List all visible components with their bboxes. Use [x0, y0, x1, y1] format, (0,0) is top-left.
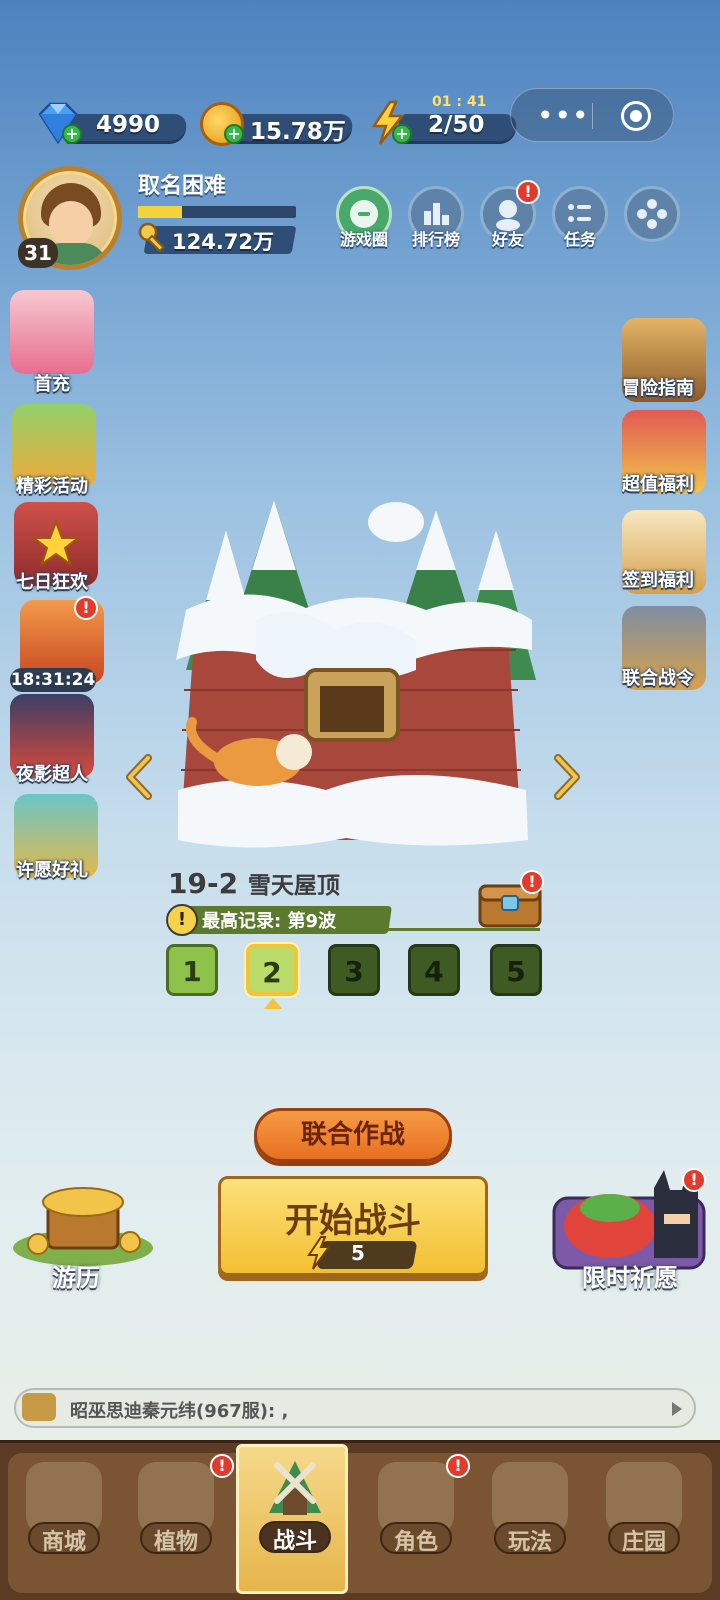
first-charge-label: 首充 [34, 374, 70, 395]
more-button[interactable] [624, 186, 680, 242]
wish-alert-badge: ! [682, 1168, 706, 1192]
next-stage-arrow[interactable] [552, 754, 582, 800]
energy-count: 2/50 [428, 112, 485, 138]
limited-wish-label: 限时祈愿 [582, 1264, 678, 1292]
avatar-face [49, 201, 93, 247]
nav-shop-label: 商城 [41, 1530, 86, 1555]
coop-battle-button[interactable]: 联合作战 [254, 1108, 452, 1162]
night-hero-label: 夜影超人 [16, 764, 88, 785]
cat-head [276, 734, 312, 770]
friends-alert-badge: ! [516, 180, 540, 204]
stage-number: 19-2 [168, 867, 239, 900]
tree-center-snow [252, 500, 296, 570]
stage-title: 19-2 雪天屋顶 [168, 866, 340, 900]
gems-count: 4990 [96, 112, 161, 138]
tree-far-right-snow [478, 530, 514, 590]
nav-gameplay[interactable]: 玩法 [474, 1448, 586, 1594]
player-level-badge: 31 [18, 238, 58, 268]
gift-timer: 18:31:24 [10, 668, 96, 692]
battle-icon [269, 1461, 321, 1515]
info-icon[interactable]: ! [166, 904, 198, 936]
power-value: 124.72万 [172, 230, 275, 254]
chat-bubble-icon [22, 1393, 56, 1421]
travel-label: 游历 [52, 1264, 100, 1292]
wave-4-button[interactable]: 4 [408, 944, 460, 996]
player-name: 取名困难 [138, 174, 227, 199]
nav-shop[interactable]: 商城 [8, 1448, 120, 1594]
stage-scene-image[interactable] [166, 490, 538, 870]
start-battle-label: 开始战斗 [285, 1201, 421, 1241]
mini-program-capsule: ••• [510, 88, 674, 142]
gold-count: 15.78万 [250, 119, 346, 145]
leaderboard-label: 排行榜 [411, 230, 460, 249]
nav-battle[interactable]: 战斗 [236, 1444, 348, 1594]
wish-gift-label: 许愿好礼 [16, 860, 88, 881]
nav-manor[interactable]: 庄园 [588, 1448, 700, 1594]
snow-bottom [178, 775, 528, 848]
add-gold-button[interactable]: + [224, 124, 244, 144]
battle-pass-label: 联合战令 [622, 668, 694, 689]
close-target-icon[interactable] [621, 101, 651, 131]
prev-stage-arrow[interactable] [124, 754, 154, 800]
adventure-guide-label: 冒险指南 [622, 378, 694, 399]
record-underline [380, 928, 540, 931]
wave-3-button[interactable]: 3 [328, 944, 380, 996]
first-charge-icon[interactable] [10, 290, 94, 374]
nav-battle-label: 战斗 [272, 1529, 317, 1554]
value-benefit-label: 超值福利 [622, 474, 694, 495]
attic-window-pane [320, 686, 384, 732]
key-icon [138, 222, 165, 253]
tree-left-snow [206, 530, 246, 600]
energy-timer: 01 : 41 [432, 94, 487, 110]
events-label: 精彩活动 [16, 476, 88, 497]
xp-progress-bar [138, 206, 296, 218]
xp-progress-fill [138, 206, 183, 218]
nav-gameplay-label: 玩法 [507, 1530, 552, 1555]
character-alert-badge: ! [446, 1454, 470, 1478]
more-icon [637, 199, 667, 229]
wave-2-button[interactable]: 2 [246, 944, 298, 996]
nav-plants-label: 植物 [153, 1530, 198, 1555]
tasks-label: 任务 [563, 230, 596, 249]
add-energy-button[interactable]: + [392, 124, 412, 144]
chest-alert-badge: ! [520, 870, 544, 894]
game-circle-label: 游戏圈 [339, 230, 388, 249]
nav-character-label: 角色 [393, 1530, 438, 1555]
stage-name: 雪天屋顶 [247, 873, 340, 899]
best-record-text: 最高记录: 第9波 [202, 911, 336, 932]
lightning-cost-icon [307, 1236, 331, 1270]
wave-pointer-icon [264, 998, 282, 1009]
wave-1-button[interactable]: 1 [166, 944, 218, 996]
add-gems-button[interactable]: + [62, 124, 82, 144]
more-menu-icon[interactable]: ••• [537, 99, 590, 132]
chat-expand-icon[interactable] [672, 1402, 682, 1416]
energy-cost-value: 5 [351, 1241, 365, 1265]
plants-alert-badge: ! [210, 1454, 234, 1478]
chat-message: 昭巫思迪秦元纬(967服): , [70, 1401, 289, 1422]
gift-alert-badge: ! [74, 596, 98, 620]
seven-day-label: 七日狂欢 [16, 572, 88, 593]
capsule-divider [592, 103, 593, 129]
treasure-pile-icon[interactable] [8, 1174, 158, 1270]
snowball [368, 502, 424, 542]
check-in-label: 签到福利 [622, 570, 694, 591]
start-battle-button[interactable]: 开始战斗 5 [218, 1176, 488, 1276]
friends-label: 好友 [491, 230, 524, 249]
wave-5-button[interactable]: 5 [490, 944, 542, 996]
world-chat-bar[interactable]: 昭巫思迪秦元纬(967服): , [14, 1388, 696, 1428]
nav-manor-label: 庄园 [621, 1530, 666, 1555]
